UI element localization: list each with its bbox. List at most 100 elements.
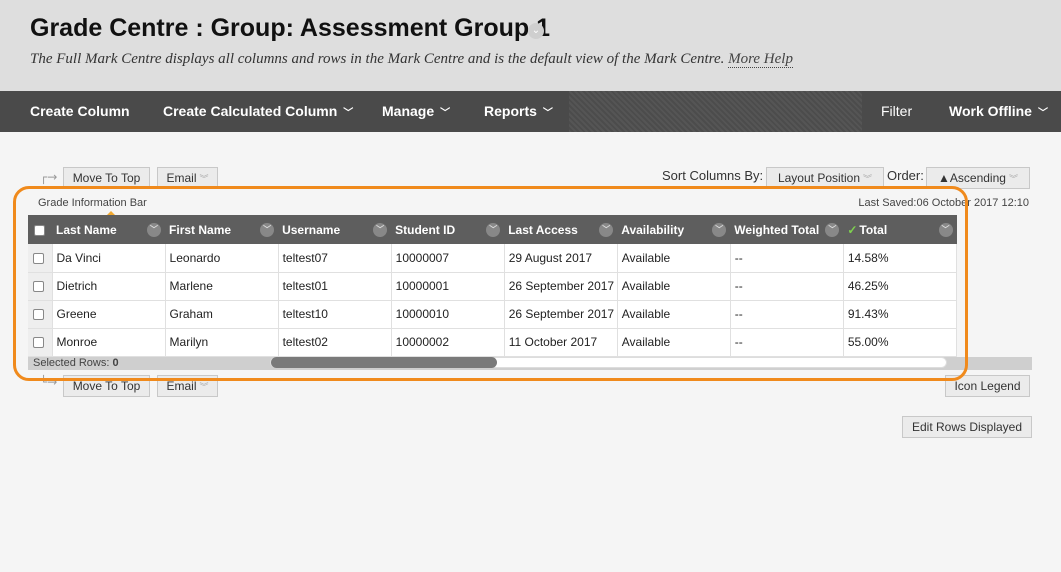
order-value: ▲Ascending — [938, 171, 1006, 185]
double-chevron-down-icon: ︾ — [863, 174, 873, 184]
column-header-label: Last Access — [508, 222, 578, 237]
cell-weighted-total[interactable]: -- — [730, 328, 844, 357]
create-column-label: Create Column — [30, 103, 130, 119]
column-header-last-name[interactable]: Last Name ﹀ — [52, 215, 166, 244]
cell-username[interactable]: teltest01 — [278, 272, 392, 301]
cell-last-access[interactable]: 26 September 2017 — [504, 300, 618, 329]
filter-button[interactable]: Filter — [881, 91, 912, 132]
cell-availability[interactable]: Available — [617, 244, 731, 273]
column-header-first-name[interactable]: First Name ﹀ — [165, 215, 279, 244]
cell-student-id[interactable]: 10000001 — [391, 272, 505, 301]
email-label: Email — [166, 379, 197, 393]
cell-last-access[interactable]: 29 August 2017 — [504, 244, 618, 273]
table-row: Greene Graham teltest10 10000010 26 Sept… — [28, 300, 958, 329]
chevron-down-icon[interactable]: ﹀ — [260, 223, 275, 237]
double-chevron-down-icon: ︾ — [199, 174, 209, 184]
cell-first-name[interactable]: Graham — [165, 300, 279, 329]
column-header-label: Last Name — [56, 222, 117, 237]
toolbar-spacer — [569, 91, 862, 132]
column-header-label: Availability — [621, 222, 685, 237]
chevron-down-icon: ﹀ — [1037, 108, 1048, 119]
move-to-top-button-bottom[interactable]: Move To Top — [63, 375, 150, 397]
cell-weighted-total[interactable]: -- — [730, 244, 844, 273]
cell-total[interactable]: 55.00% — [843, 328, 958, 357]
cell-last-name[interactable]: Greene — [52, 300, 166, 329]
page-header: Grade Centre : Group: Assessment Group 1… — [0, 0, 1061, 91]
column-header-label: Total — [859, 222, 888, 237]
chevron-down-icon: ﹀ — [440, 108, 451, 119]
row-checkbox[interactable] — [33, 337, 44, 349]
cell-availability[interactable]: Available — [617, 272, 731, 301]
move-to-top-button-top[interactable]: Move To Top — [63, 167, 150, 189]
reports-label: Reports — [484, 103, 537, 119]
column-header-total[interactable]: ✓ Total ﹀ — [843, 215, 957, 244]
column-header-last-access[interactable]: Last Access ﹀ — [504, 215, 618, 244]
edit-rows-displayed-button[interactable]: Edit Rows Displayed — [902, 416, 1032, 438]
work-offline-menu[interactable]: Work Offline ﹀ — [949, 91, 1048, 132]
select-all-checkbox[interactable] — [34, 224, 45, 236]
reports-menu[interactable]: Reports ﹀ — [484, 91, 553, 132]
manage-label: Manage — [382, 103, 435, 119]
column-header-weighted-total[interactable]: Weighted Total ﹀ — [730, 215, 844, 244]
chevron-down-icon[interactable]: ﹀ — [938, 223, 953, 237]
row-checkbox[interactable] — [33, 253, 44, 265]
cell-last-name[interactable]: Dietrich — [52, 272, 166, 301]
column-header-student-id[interactable]: Student ID ﹀ — [391, 215, 505, 244]
column-header-label: First Name — [169, 222, 232, 237]
email-menu-bottom[interactable]: Email ︾ — [157, 375, 218, 397]
cell-total[interactable]: 46.25% — [843, 272, 958, 301]
row-checkbox[interactable] — [33, 281, 44, 293]
cell-last-access[interactable]: 11 October 2017 — [504, 328, 618, 357]
cell-first-name[interactable]: Marlene — [165, 272, 279, 301]
page-subtitle: The Full Mark Centre displays all column… — [30, 51, 793, 68]
column-header-label: Student ID — [395, 222, 456, 237]
scrollbar-thumb[interactable] — [271, 357, 497, 368]
cell-weighted-total[interactable]: -- — [730, 300, 844, 329]
arrow-right-icon: ┌→ — [40, 170, 58, 184]
sort-columns-select[interactable]: Layout Position ︾ — [766, 167, 884, 189]
column-header-label: Username — [282, 222, 341, 237]
row-checkbox[interactable] — [33, 309, 44, 321]
cell-weighted-total[interactable]: -- — [730, 272, 844, 301]
cell-student-id[interactable]: 10000002 — [391, 328, 505, 357]
title-chevron-down-icon[interactable]: ⌄ — [528, 23, 544, 39]
cell-username[interactable]: teltest07 — [278, 244, 392, 273]
cell-first-name[interactable]: Marilyn — [165, 328, 279, 357]
row-select-cell — [28, 272, 53, 301]
chevron-down-icon[interactable]: ﹀ — [373, 223, 388, 237]
sort-columns-value: Layout Position — [777, 171, 861, 185]
chevron-down-icon[interactable]: ﹀ — [712, 223, 727, 237]
grade-information-bar[interactable]: Grade Information Bar — [38, 197, 147, 209]
cell-last-access[interactable]: 26 September 2017 — [504, 272, 618, 301]
cell-first-name[interactable]: Leonardo — [165, 244, 279, 273]
cell-last-name[interactable]: Monroe — [52, 328, 166, 357]
table-row: Monroe Marilyn teltest02 10000002 11 Oct… — [28, 328, 958, 357]
cell-student-id[interactable]: 10000010 — [391, 300, 505, 329]
chevron-down-icon: ﹀ — [542, 108, 553, 119]
cell-availability[interactable]: Available — [617, 328, 731, 357]
create-calculated-column-menu[interactable]: Create Calculated Column ﹀ — [163, 91, 353, 132]
create-column-button[interactable]: Create Column — [30, 91, 130, 132]
cell-username[interactable]: teltest02 — [278, 328, 392, 357]
order-label: Order: — [887, 168, 924, 183]
cell-last-name[interactable]: Da Vinci — [52, 244, 166, 273]
order-select[interactable]: ▲Ascending ︾ — [926, 167, 1030, 189]
chevron-down-icon[interactable]: ﹀ — [486, 223, 501, 237]
column-header-availability[interactable]: Availability ﹀ — [617, 215, 731, 244]
chevron-down-icon[interactable]: ﹀ — [147, 223, 162, 237]
cell-total[interactable]: 14.58% — [843, 244, 958, 273]
column-header-username[interactable]: Username ﹀ — [278, 215, 392, 244]
icon-legend-button[interactable]: Icon Legend — [945, 375, 1030, 397]
selected-rows-label: Selected Rows: — [33, 357, 110, 369]
cell-total[interactable]: 91.43% — [843, 300, 958, 329]
grade-grid: Last Name ﹀ First Name ﹀ Username ﹀ Student… — [28, 215, 958, 357]
cell-student-id[interactable]: 10000007 — [391, 244, 505, 273]
chevron-down-icon[interactable]: ﹀ — [825, 223, 840, 237]
email-menu-top[interactable]: Email ︾ — [157, 167, 218, 189]
manage-menu[interactable]: Manage ﹀ — [382, 91, 450, 132]
chevron-down-icon[interactable]: ﹀ — [599, 223, 614, 237]
cell-username[interactable]: teltest10 — [278, 300, 392, 329]
more-help-link[interactable]: More Help — [728, 51, 793, 68]
cell-availability[interactable]: Available — [617, 300, 731, 329]
grid-header-row: Last Name ﹀ First Name ﹀ Username ﹀ Student… — [28, 215, 957, 244]
